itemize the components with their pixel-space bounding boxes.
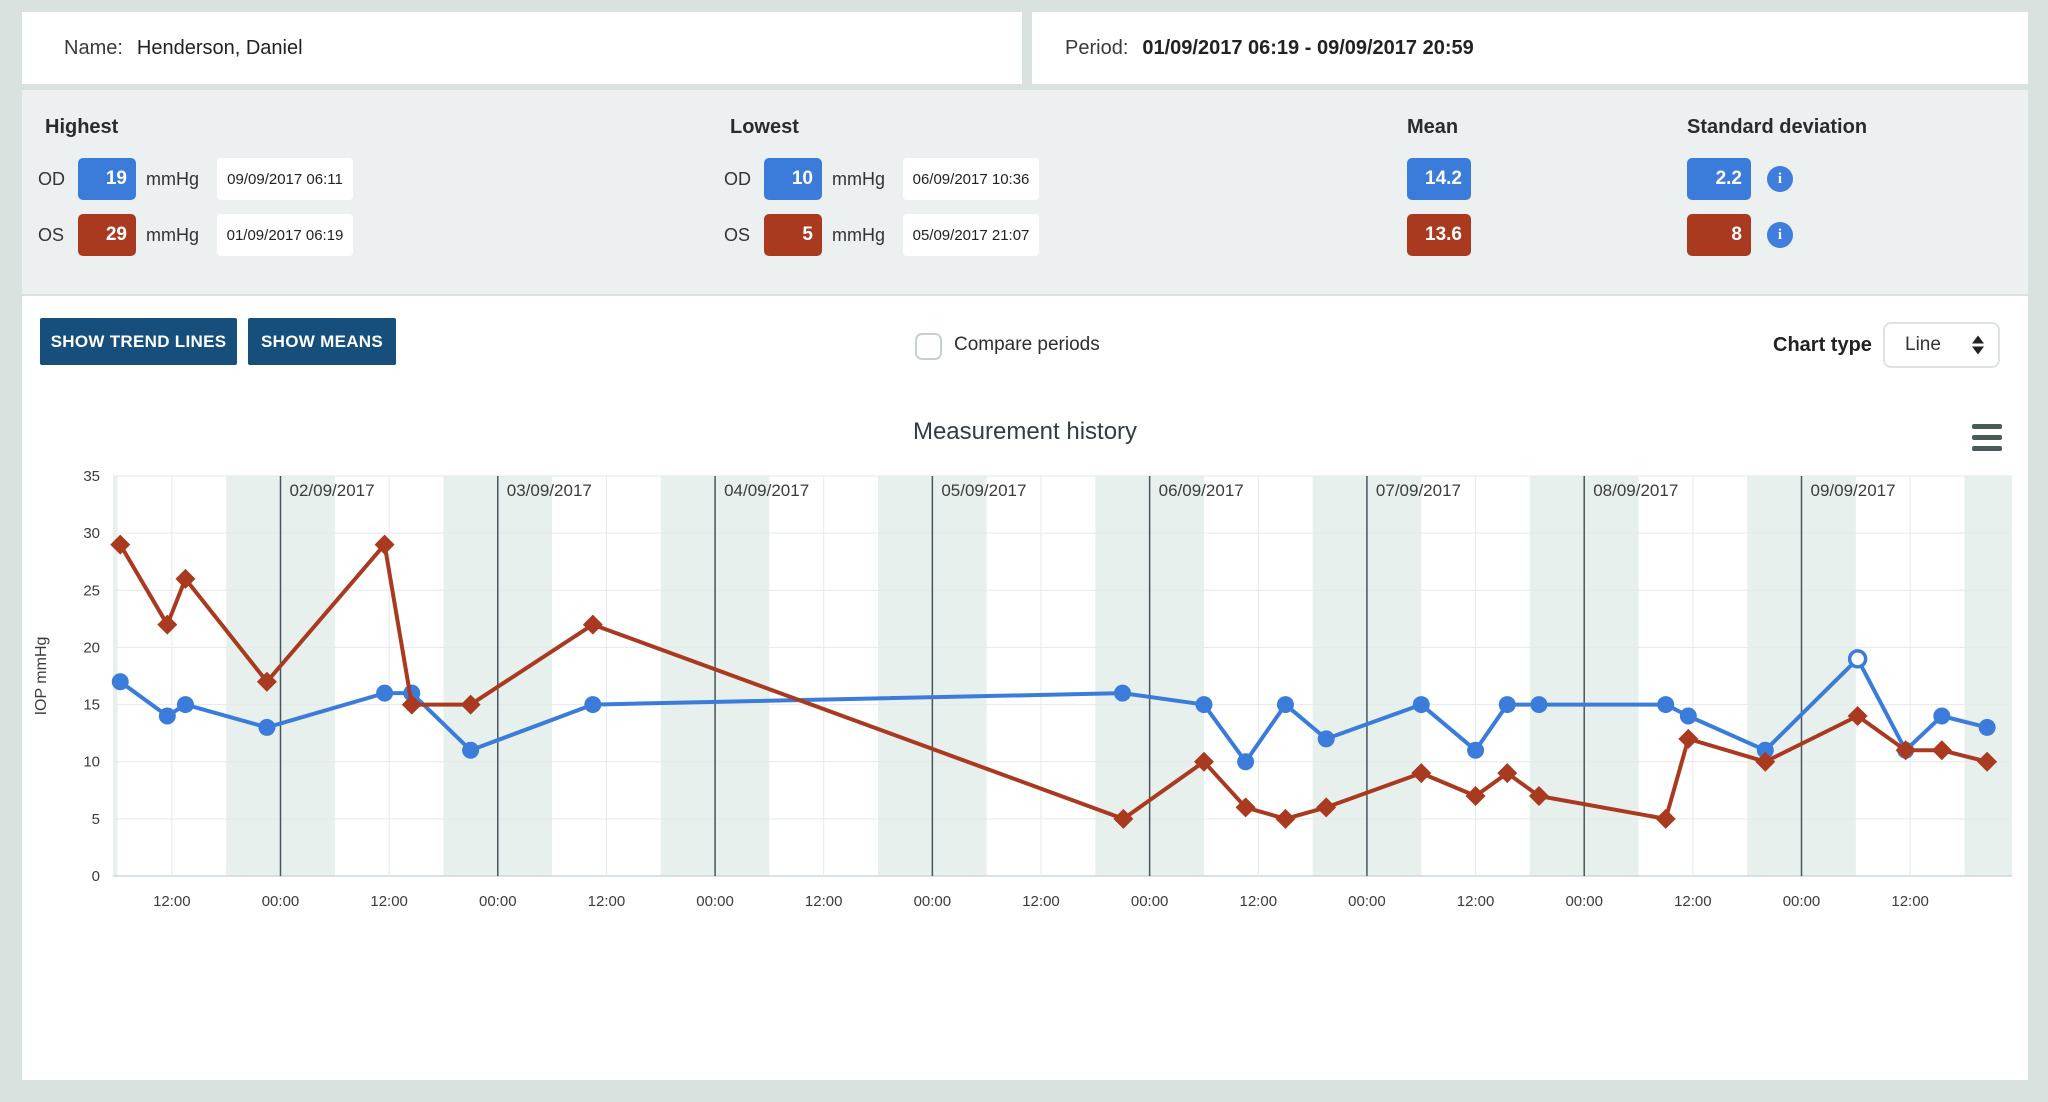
svg-text:04/09/2017: 04/09/2017: [724, 481, 809, 500]
svg-text:02/09/2017: 02/09/2017: [289, 481, 374, 500]
lowest-od-datetime: 06/09/2017 10:36: [903, 158, 1039, 200]
info-icon[interactable]: i: [1767, 166, 1793, 192]
svg-text:25: 25: [83, 582, 100, 599]
compare-periods-label: Compare periods: [954, 334, 1100, 356]
show-trend-lines-button[interactable]: SHOW TREND LINES: [40, 318, 237, 365]
svg-text:07/09/2017: 07/09/2017: [1376, 481, 1461, 500]
sd-os-badge: 8: [1687, 214, 1751, 256]
svg-text:12:00: 12:00: [805, 893, 843, 910]
svg-text:00:00: 00:00: [1565, 893, 1603, 910]
svg-text:12:00: 12:00: [153, 893, 191, 910]
highest-os-datetime: 01/09/2017 06:19: [217, 214, 353, 256]
svg-text:0: 0: [92, 868, 100, 885]
svg-text:05/09/2017: 05/09/2017: [941, 481, 1026, 500]
svg-text:00:00: 00:00: [696, 893, 734, 910]
highest-od-datetime: 09/09/2017 06:11: [217, 158, 353, 200]
highest-os-row: OS 29 mmHg 01/09/2017 06:19: [38, 214, 353, 256]
svg-text:08/09/2017: 08/09/2017: [1593, 481, 1678, 500]
eye-label-od: OD: [724, 169, 764, 190]
svg-text:12:00: 12:00: [588, 893, 626, 910]
svg-text:35: 35: [83, 468, 100, 485]
highest-os-badge: 29: [78, 214, 136, 256]
unit-label: mmHg: [146, 169, 199, 190]
lowest-os-datetime: 05/09/2017 21:07: [903, 214, 1039, 256]
period-bar: Period: 01/09/2017 06:19 - 09/09/2017 20…: [1032, 12, 2028, 84]
highest-title: Highest: [45, 116, 118, 139]
period-label: Period:: [1065, 37, 1128, 60]
sd-od-badge: 2.2: [1687, 158, 1751, 200]
highest-od-badge: 19: [78, 158, 136, 200]
svg-text:12:00: 12:00: [1891, 893, 1929, 910]
svg-text:00:00: 00:00: [914, 893, 952, 910]
select-arrows-icon: [1972, 336, 1984, 355]
period-value: 01/09/2017 06:19 - 09/09/2017 20:59: [1142, 37, 1473, 60]
show-means-button[interactable]: SHOW MEANS: [248, 318, 396, 365]
chart-type-select[interactable]: Line: [1883, 322, 2000, 368]
mean-od-row: 14.2: [1407, 158, 1471, 200]
svg-text:09/09/2017: 09/09/2017: [1811, 481, 1896, 500]
mean-os-row: 13.6: [1407, 214, 1471, 256]
svg-text:00:00: 00:00: [262, 893, 300, 910]
name-label: Name:: [64, 37, 123, 60]
svg-text:12:00: 12:00: [1240, 893, 1278, 910]
sd-od-row: 2.2 i: [1687, 158, 1793, 200]
iop-dashboard: Name: Henderson, Daniel Period: 01/09/20…: [0, 0, 2048, 1102]
chart-panel: SHOW TREND LINES SHOW MEANS Compare peri…: [22, 296, 2028, 1080]
svg-text:15: 15: [83, 697, 100, 714]
svg-text:00:00: 00:00: [1348, 893, 1386, 910]
compare-periods-checkbox[interactable]: [915, 333, 942, 360]
mean-od-badge: 14.2: [1407, 158, 1471, 200]
highest-od-row: OD 19 mmHg 09/09/2017 06:11: [38, 158, 353, 200]
svg-text:10: 10: [83, 754, 100, 771]
lowest-os-badge: 5: [764, 214, 822, 256]
chart-type-label: Chart type: [1773, 334, 1872, 357]
svg-text:12:00: 12:00: [370, 893, 408, 910]
lowest-od-row: OD 10 mmHg 06/09/2017 10:36: [724, 158, 1039, 200]
lowest-os-row: OS 5 mmHg 05/09/2017 21:07: [724, 214, 1039, 256]
svg-text:30: 30: [83, 525, 100, 542]
mean-title: Mean: [1407, 116, 1458, 139]
lowest-od-badge: 10: [764, 158, 822, 200]
eye-label-od: OD: [38, 169, 78, 190]
svg-text:12:00: 12:00: [1674, 893, 1712, 910]
stats-panel: Highest OD 19 mmHg 09/09/2017 06:11 OS 2…: [22, 90, 2028, 294]
unit-label: mmHg: [832, 225, 885, 246]
svg-text:00:00: 00:00: [479, 893, 517, 910]
unit-label: mmHg: [146, 225, 199, 246]
svg-text:12:00: 12:00: [1022, 893, 1060, 910]
sd-title: Standard deviation: [1687, 116, 1867, 139]
mean-os-badge: 13.6: [1407, 214, 1471, 256]
sd-os-row: 8 i: [1687, 214, 1793, 256]
eye-label-os: OS: [38, 225, 78, 246]
svg-text:06/09/2017: 06/09/2017: [1159, 481, 1244, 500]
patient-name-bar: Name: Henderson, Daniel: [22, 12, 1022, 84]
info-icon[interactable]: i: [1767, 222, 1793, 248]
svg-text:00:00: 00:00: [1131, 893, 1169, 910]
measurement-chart[interactable]: 0 5 10 15 20 25 30 35 12:00 00:00 12:00 00:00 12:00 0…: [22, 440, 2028, 940]
patient-name: Henderson, Daniel: [137, 37, 303, 60]
unit-label: mmHg: [832, 169, 885, 190]
svg-text:5: 5: [92, 811, 100, 828]
svg-text:03/09/2017: 03/09/2017: [507, 481, 592, 500]
svg-text:20: 20: [83, 639, 100, 656]
chart-type-value: Line: [1905, 334, 1941, 356]
svg-text:IOP mmHg: IOP mmHg: [33, 637, 50, 716]
lowest-title: Lowest: [730, 116, 799, 139]
svg-text:12:00: 12:00: [1457, 893, 1495, 910]
svg-text:00:00: 00:00: [1783, 893, 1821, 910]
eye-label-os: OS: [724, 225, 764, 246]
